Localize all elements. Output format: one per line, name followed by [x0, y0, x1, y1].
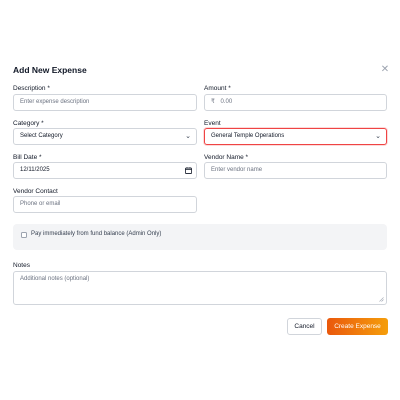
add-expense-dialog: Add New Expense ✕ Description * Enter ex…: [0, 0, 400, 400]
resize-grip-icon[interactable]: [379, 297, 384, 302]
bill-date-input[interactable]: 12/11/2025: [13, 162, 197, 179]
currency-prefix: ₹: [211, 99, 215, 105]
create-expense-button[interactable]: Create Expense: [327, 318, 388, 335]
bill-date-label: Bill Date *: [13, 154, 42, 161]
category-select[interactable]: Select Category ⌄: [13, 128, 197, 145]
vendor-name-label: Vendor Name *: [204, 154, 249, 161]
vendor-contact-label: Vendor Contact: [13, 188, 58, 195]
close-icon[interactable]: ✕: [380, 64, 390, 76]
bill-date-value: 12/11/2025: [20, 167, 50, 173]
dialog-title: Add New Expense: [13, 65, 87, 75]
amount-placeholder: 0.00: [220, 99, 233, 105]
pay-from-fund-label[interactable]: Pay immediately from fund balance (Admin…: [31, 231, 161, 237]
category-selected-value: Select Category: [20, 133, 63, 139]
notes-placeholder: Additional notes (optional): [20, 276, 90, 282]
description-input[interactable]: Enter expense description: [13, 94, 197, 111]
event-selected-value: General Temple Operations: [211, 133, 285, 139]
vendor-name-placeholder: Enter vendor name: [211, 167, 263, 173]
vendor-name-input[interactable]: Enter vendor name: [204, 162, 387, 179]
vendor-contact-input[interactable]: Phone or email: [13, 196, 197, 213]
notes-textarea[interactable]: Additional notes (optional): [13, 271, 387, 305]
description-label: Description *: [13, 85, 50, 92]
chevron-down-icon: ⌄: [375, 133, 381, 140]
category-label: Category *: [13, 120, 44, 127]
event-select[interactable]: General Temple Operations ⌄: [204, 128, 387, 145]
pay-from-fund-checkbox[interactable]: [21, 232, 27, 238]
chevron-down-icon: ⌄: [185, 133, 191, 140]
calendar-icon[interactable]: [185, 167, 192, 174]
vendor-contact-placeholder: Phone or email: [20, 201, 61, 207]
amount-label: Amount *: [204, 85, 231, 92]
pay-from-fund-panel: [13, 224, 387, 250]
cancel-button[interactable]: Cancel: [287, 318, 322, 335]
notes-label: Notes: [13, 262, 30, 269]
description-placeholder: Enter expense description: [20, 99, 90, 105]
event-label: Event: [204, 120, 221, 127]
amount-input[interactable]: ₹ 0.00: [204, 94, 387, 111]
